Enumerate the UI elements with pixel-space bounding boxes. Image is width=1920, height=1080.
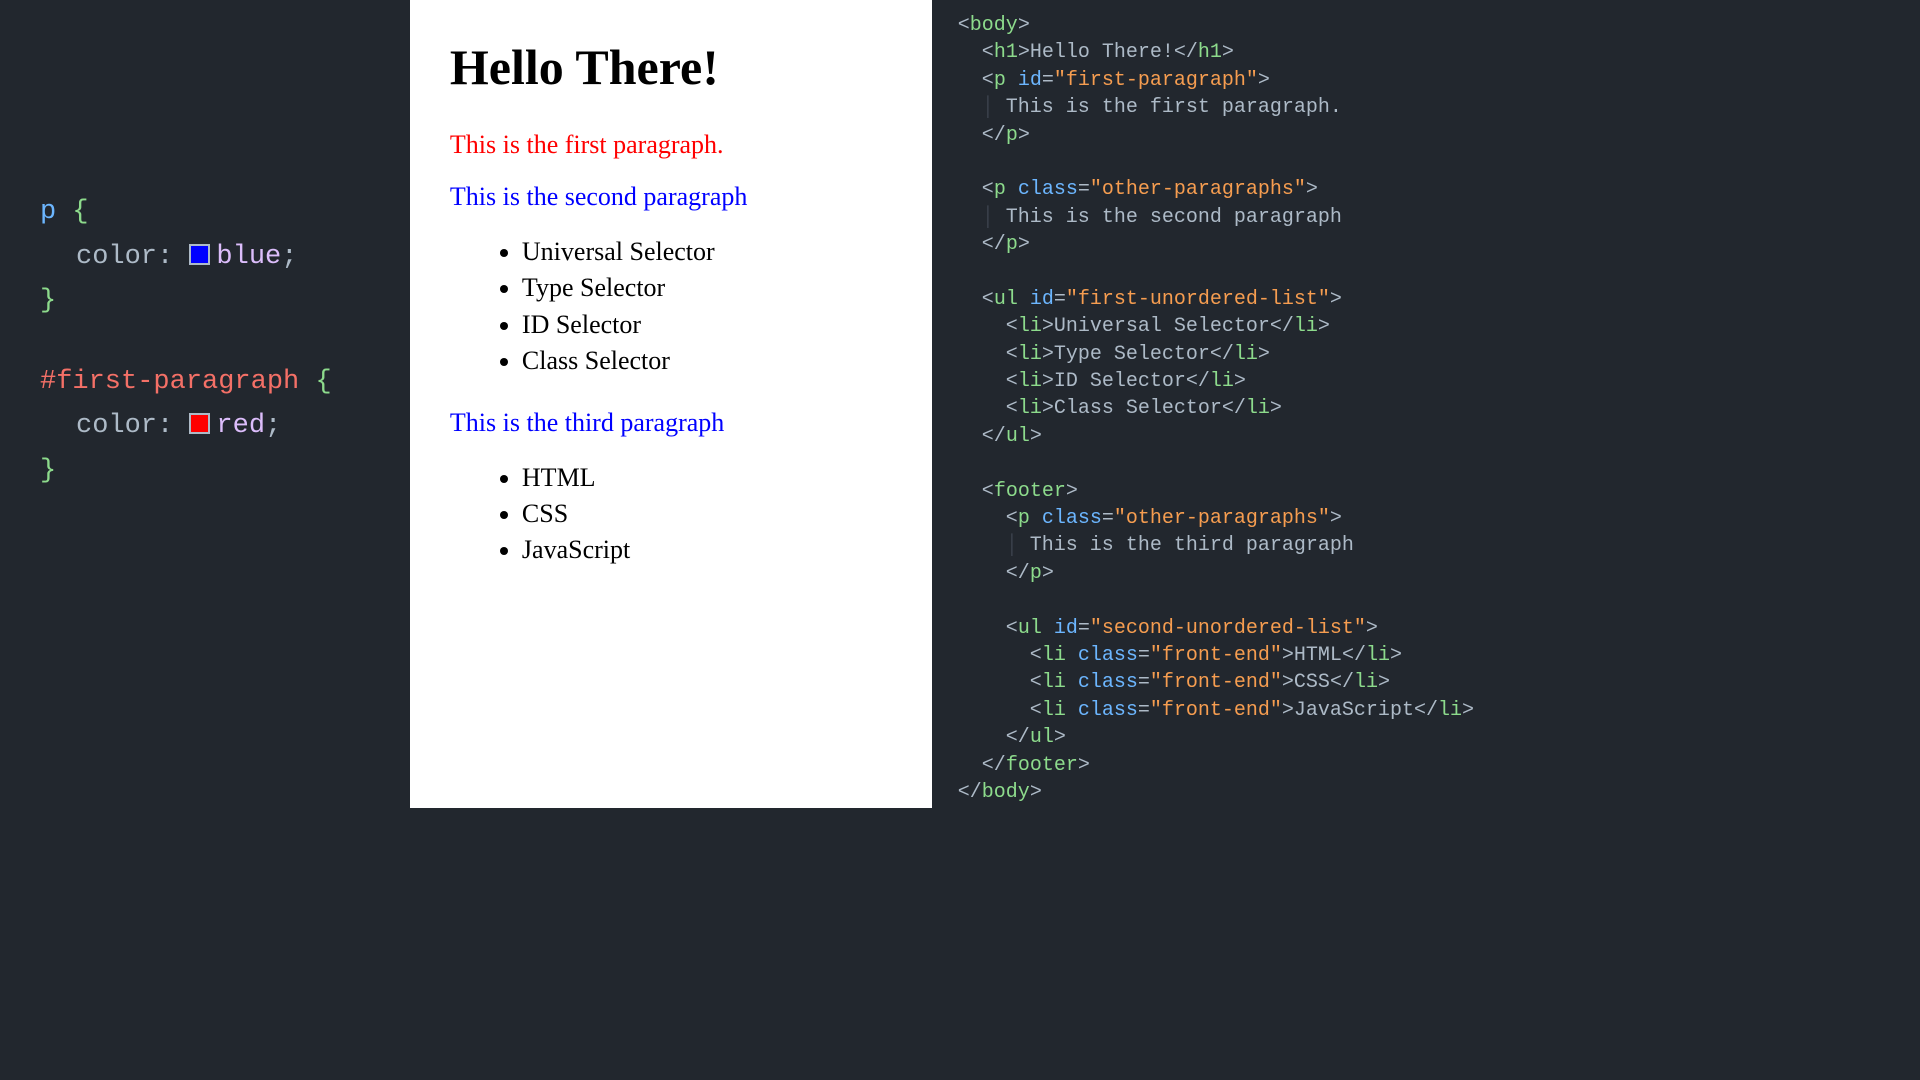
colon: : [157,411,189,441]
css-value: blue [216,242,281,272]
css-rule-2-close: } [40,449,380,494]
list-item: ID Selector [522,307,892,343]
css-value: red [216,411,265,441]
css-code-panel: p { color: blue; } #first-paragraph { co… [0,0,410,808]
css-rule-1-declaration: color: blue; [40,235,380,280]
list-item: HTML [522,460,892,496]
paragraph-3: This is the third paragraph [450,408,892,438]
css-rule-1-close: } [40,279,380,324]
semicolon: ; [281,242,297,272]
paragraph-2: This is the second paragraph [450,182,892,212]
color-swatch-icon [189,413,210,434]
css-rule-2-declaration: color: red; [40,404,380,449]
css-property: color [76,411,157,441]
semicolon: ; [265,411,281,441]
list-item: Class Selector [522,343,892,379]
brace-open: { [72,197,88,227]
html-code-panel: <body> <h1>Hello There!</h1> <p id="firs… [932,0,1486,808]
list-item: Type Selector [522,270,892,306]
paragraph-1: This is the first paragraph. [450,130,892,160]
brace-close: } [40,456,56,486]
list-item: Universal Selector [522,234,892,270]
list-2: HTML CSS JavaScript [522,460,892,569]
css-selector: p [40,197,56,227]
css-rule-1: p { color: blue; } [40,190,380,324]
list-item: CSS [522,496,892,532]
list-1: Universal Selector Type Selector ID Sele… [522,234,892,380]
css-rule-2-selector-line: #first-paragraph { [40,360,380,405]
page-heading: Hello There! [450,38,892,96]
css-rule-1-selector-line: p { [40,190,380,235]
brace-close: } [40,286,56,316]
brace-open: { [315,367,331,397]
css-selector: #first-paragraph [40,367,299,397]
rendered-preview-panel: Hello There! This is the first paragraph… [410,0,932,808]
color-swatch-icon [189,244,210,265]
list-item: JavaScript [522,532,892,568]
colon: : [157,242,189,272]
css-property: color [76,242,157,272]
css-rule-2: #first-paragraph { color: red; } [40,360,380,494]
